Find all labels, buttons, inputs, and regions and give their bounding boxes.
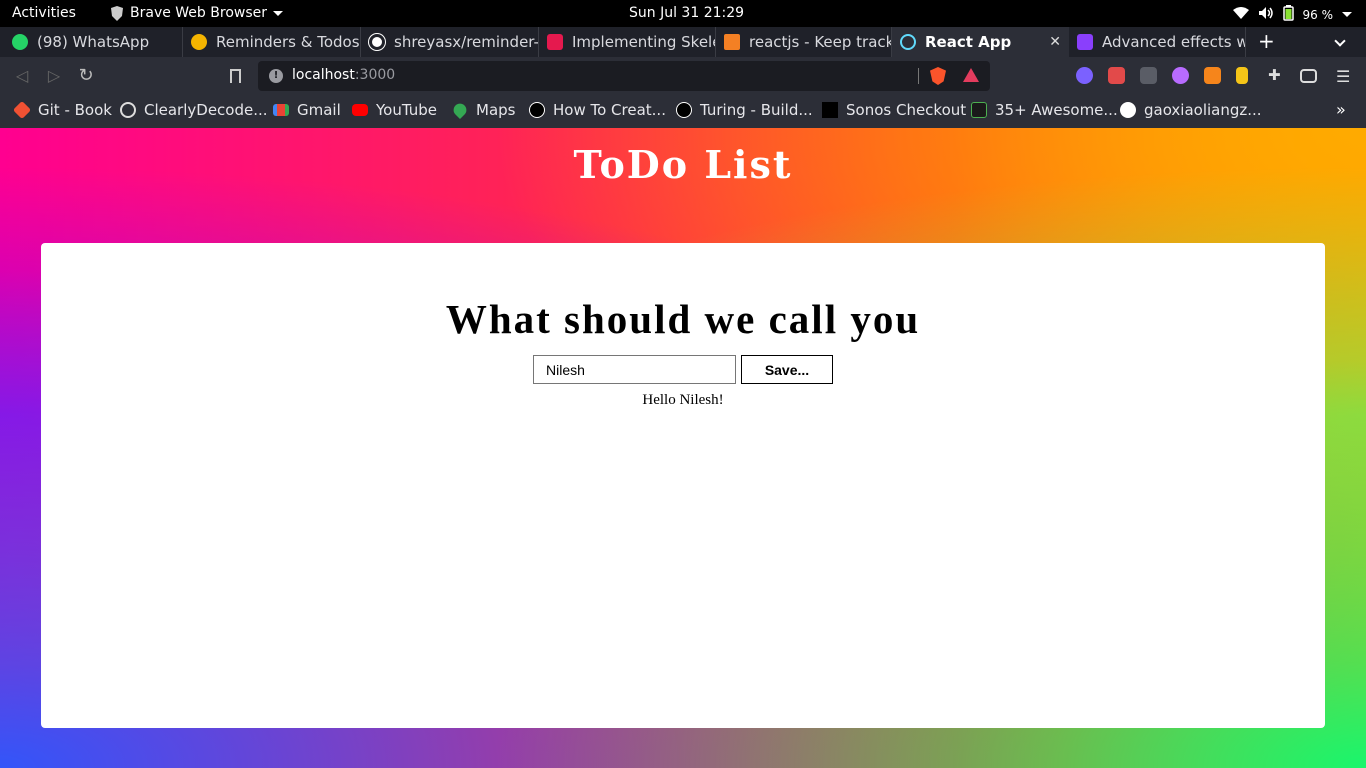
scrimba-icon	[547, 34, 563, 50]
youtube-icon	[352, 104, 368, 116]
tab-scrimba[interactable]: Implementing Skelet	[539, 27, 716, 57]
bookmarks-bar: Git - Book ClearlyDecode... Gmail YouTub…	[0, 95, 1366, 128]
main-card: What should we call you Save... Hello Ni…	[41, 243, 1325, 728]
bookmark-clearlydecoded[interactable]: ClearlyDecode...	[120, 101, 268, 119]
greeting-text: Hello Nilesh!	[642, 392, 724, 408]
divider	[918, 68, 919, 84]
tab-title: Reminders & Todos	[216, 33, 360, 51]
extension-icon[interactable]	[1236, 67, 1248, 84]
close-icon[interactable]: ✕	[1049, 34, 1061, 50]
whatsapp-icon	[12, 34, 28, 50]
page-heading: What should we call you	[445, 296, 921, 342]
tab-title: Advanced effects wi	[1102, 33, 1245, 51]
address-bar[interactable]: ! localhost:3000	[258, 61, 990, 91]
bookmark-medium[interactable]: How To Creat...	[529, 101, 666, 119]
maps-icon	[450, 100, 470, 120]
url-text[interactable]: localhost:3000	[292, 67, 395, 83]
tab-react-app[interactable]: React App ✕	[892, 27, 1069, 57]
new-tab-button[interactable]: +	[1258, 31, 1275, 51]
nd-icon	[971, 102, 987, 118]
tab-title: reactjs - Keep track o	[749, 33, 891, 51]
battery-icon	[1282, 5, 1294, 24]
bookmark-gmail[interactable]: Gmail	[273, 101, 341, 119]
globe-icon	[120, 102, 136, 118]
bookmark-turing[interactable]: Turing - Build...	[676, 101, 813, 119]
tab-title: (98) WhatsApp	[37, 33, 150, 51]
app-menu-label: Brave Web Browser	[130, 5, 267, 21]
reminders-icon	[191, 34, 207, 50]
extension-icon[interactable]	[1140, 67, 1157, 84]
metamask-icon[interactable]	[1204, 67, 1221, 84]
github-icon	[1120, 102, 1136, 118]
extension-icon[interactable]	[1076, 67, 1093, 84]
clock[interactable]: Sun Jul 31 21:29	[629, 5, 744, 21]
wallet-icon[interactable]	[1300, 69, 1317, 83]
battery-percentage: 96 %	[1302, 7, 1334, 22]
save-button[interactable]: Save...	[741, 355, 833, 384]
medium-icon	[529, 102, 545, 118]
chevron-down-icon	[1342, 12, 1352, 17]
volume-icon	[1258, 6, 1274, 23]
bookmark-maps[interactable]: Maps	[450, 100, 515, 120]
chevron-down-icon	[273, 10, 283, 16]
tab-advanced-effects[interactable]: Advanced effects wi	[1069, 27, 1246, 57]
brave-shields-icon[interactable]	[930, 67, 946, 85]
bookmarks-overflow-icon[interactable]: »	[1336, 100, 1346, 119]
gmail-icon	[273, 104, 289, 116]
bookmark-youtube[interactable]: YouTube	[352, 101, 437, 119]
bookmark-gaoxiaoliangz[interactable]: gaoxiaoliangz...	[1120, 101, 1262, 119]
brave-rewards-icon[interactable]	[963, 68, 979, 82]
app-title: ToDo List	[573, 142, 793, 187]
forward-button[interactable]: ▷	[44, 66, 64, 86]
tab-stackoverflow[interactable]: reactjs - Keep track o	[716, 27, 892, 57]
activities-button[interactable]: Activities	[12, 5, 76, 21]
app-menu[interactable]: Brave Web Browser	[110, 5, 283, 21]
back-button[interactable]: ◁	[12, 66, 32, 86]
page-viewport: ToDo List What should we call you Save..…	[0, 128, 1366, 768]
reload-button[interactable]: ↻	[76, 66, 96, 86]
app-icon	[1077, 34, 1093, 50]
browser-toolbar: ◁ ▷ ↻ ! localhost:3000 ✚ ☰	[0, 57, 1366, 95]
github-icon	[369, 34, 385, 50]
wifi-icon	[1232, 6, 1249, 23]
bookmark-sonos[interactable]: Sonos Checkout	[822, 101, 966, 119]
extension-icon[interactable]	[1172, 67, 1189, 84]
system-top-bar: Activities Brave Web Browser Sun Jul 31 …	[0, 0, 1366, 27]
extensions-puzzle-icon[interactable]: ✚	[1268, 67, 1285, 84]
tab-reminders[interactable]: Reminders & Todos	[183, 27, 361, 57]
bookmark-git-book[interactable]: Git - Book	[12, 100, 112, 120]
bookmark-awesome[interactable]: 35+ Awesome...	[971, 101, 1118, 119]
name-input[interactable]	[533, 355, 736, 384]
git-icon	[12, 100, 32, 120]
tab-github[interactable]: shreyasx/reminder-f	[361, 27, 539, 57]
brave-lion-icon	[110, 5, 124, 21]
sonos-icon	[822, 102, 838, 118]
menu-icon[interactable]: ☰	[1336, 67, 1350, 86]
stackoverflow-icon	[724, 34, 740, 50]
system-tray[interactable]: 96 %	[1232, 5, 1352, 24]
extension-icon[interactable]	[1108, 67, 1125, 84]
react-icon	[900, 34, 916, 50]
tab-whatsapp[interactable]: (98) WhatsApp	[0, 27, 183, 57]
tab-title: shreyasx/reminder-f	[394, 33, 538, 51]
tab-strip: (98) WhatsApp Reminders & Todos shreyasx…	[0, 27, 1366, 57]
turing-icon	[676, 102, 692, 118]
bookmark-icon[interactable]	[230, 69, 241, 83]
site-info-icon[interactable]: !	[269, 69, 283, 83]
tab-title: Implementing Skelet	[572, 33, 715, 51]
tab-title: React App	[925, 33, 1012, 51]
